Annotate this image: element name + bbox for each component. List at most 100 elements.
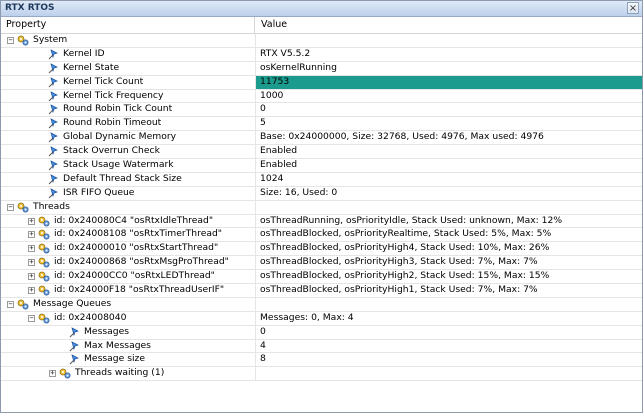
gear-node-icon <box>17 35 29 46</box>
property-cell: Kernel State <box>1 61 256 75</box>
property-label: Kernel Tick Count <box>63 75 144 87</box>
value-cell[interactable]: osThreadBlocked, osPriorityRealtime, Sta… <box>256 228 642 241</box>
tree-row[interactable]: Kernel State osKernelRunning <box>1 61 642 76</box>
tree-row[interactable]: Max Messages 4 <box>1 339 642 354</box>
property-label: id: 0x240080C4 "osRtxIdleThread" <box>54 214 214 226</box>
pin-icon <box>69 354 79 365</box>
pin-icon <box>48 77 58 88</box>
value-cell[interactable]: 5 <box>256 117 642 130</box>
tree-row[interactable]: Stack Overrun Check Enabled <box>1 145 642 160</box>
property-label: Global Dynamic Memory <box>63 131 177 143</box>
value-cell[interactable]: Base: 0x24000000, Size: 32768, Used: 497… <box>256 131 642 144</box>
column-header: Property Value <box>1 17 642 34</box>
expand-icon[interactable]: + <box>28 287 35 295</box>
property-label: Max Messages <box>84 339 151 351</box>
property-label: Kernel State <box>63 61 120 73</box>
gear-node-icon <box>38 285 50 296</box>
property-cell: − id: 0x24008040 <box>1 311 256 325</box>
property-label: id: 0x24000CC0 "osRtxLEDThread" <box>54 270 215 282</box>
value-cell[interactable]: osKernelRunning <box>256 62 642 75</box>
tree-row[interactable]: − System <box>1 34 642 48</box>
property-label: Message Queues <box>33 297 112 309</box>
property-label: Stack Usage Watermark <box>63 159 174 171</box>
tree-row[interactable]: − Message Queues <box>1 297 642 312</box>
property-cell: Message size <box>1 353 256 367</box>
collapse-icon[interactable]: − <box>7 37 14 44</box>
property-cell: Kernel Tick Frequency <box>1 89 256 103</box>
tree-row[interactable]: Round Robin Timeout 5 <box>1 117 642 132</box>
collapse-icon[interactable]: − <box>28 314 35 322</box>
expand-icon[interactable]: + <box>28 259 35 267</box>
gear-node-icon <box>38 257 50 268</box>
pin-icon <box>48 174 58 185</box>
tree-row[interactable]: Messages 0 <box>1 325 642 340</box>
property-cell: Global Dynamic Memory <box>1 131 256 145</box>
tree-row[interactable]: + Threads waiting (1) <box>1 367 642 382</box>
value-cell[interactable]: 8 <box>256 353 642 366</box>
value-cell[interactable]: osThreadBlocked, osPriorityHigh4, Stack … <box>256 242 642 255</box>
value-cell[interactable]: Enabled <box>256 145 642 158</box>
value-cell[interactable] <box>256 367 642 380</box>
value-cell[interactable]: RTX V5.5.2 <box>256 48 642 61</box>
value-cell[interactable]: 1000 <box>256 90 642 103</box>
value-cell[interactable] <box>256 298 642 311</box>
value-cell[interactable]: 4 <box>256 340 642 353</box>
property-cell: + id: 0x24000F18 "osRtxThreadUserIF" <box>1 284 256 297</box>
property-label: id: 0x24000868 "osRtxMsgProThread" <box>54 256 229 268</box>
value-cell[interactable]: 1024 <box>256 173 642 186</box>
tree-row[interactable]: Default Thread Stack Size 1024 <box>1 172 642 187</box>
tree-row[interactable]: − Threads <box>1 200 642 215</box>
expand-icon[interactable]: + <box>28 273 35 281</box>
tree-row[interactable]: + id: 0x24000F18 "osRtxThreadUserIF" osThr… <box>1 284 642 298</box>
value-cell[interactable]: Enabled <box>256 159 642 172</box>
value-cell[interactable] <box>256 201 642 214</box>
expand-icon[interactable]: + <box>28 231 35 239</box>
tree-row[interactable]: + id: 0x240080C4 "osRtxIdleThread" osThrea… <box>1 214 642 229</box>
property-cell: Max Messages <box>1 339 256 353</box>
value-cell[interactable]: 0 <box>256 326 642 339</box>
value-cell[interactable]: 11753 <box>256 75 642 89</box>
property-cell: + id: 0x240080C4 "osRtxIdleThread" <box>1 214 256 228</box>
tree-row[interactable]: Stack Usage Watermark Enabled <box>1 159 642 173</box>
tree-row[interactable]: Kernel Tick Frequency 1000 <box>1 89 642 104</box>
value-column-header[interactable]: Value <box>256 17 642 33</box>
tree-row[interactable]: Kernel Tick Count 11753 <box>1 75 642 90</box>
property-label: Kernel Tick Frequency <box>63 89 164 101</box>
value-cell[interactable]: osThreadBlocked, osPriorityHigh3, Stack … <box>256 256 642 269</box>
tree-row[interactable]: + id: 0x24000CC0 "osRtxLEDThread" osThread… <box>1 270 642 285</box>
value-cell[interactable] <box>256 34 642 47</box>
expand-icon[interactable]: + <box>49 370 56 378</box>
value-cell[interactable]: osThreadRunning, osPriorityIdle, Stack U… <box>256 215 642 228</box>
value-cell[interactable]: osThreadBlocked, osPriorityHigh1, Stack … <box>256 284 642 297</box>
tree-row[interactable]: Global Dynamic Memory Base: 0x24000000, S… <box>1 131 642 146</box>
property-label: Messages <box>84 325 130 337</box>
value-cell[interactable]: 0 <box>256 103 642 116</box>
property-column-header[interactable]: Property <box>1 17 255 33</box>
property-cell: + id: 0x24000CC0 "osRtxLEDThread" <box>1 270 256 284</box>
expand-icon[interactable]: + <box>28 217 35 225</box>
expand-icon[interactable]: + <box>28 245 35 253</box>
tree-row[interactable]: Round Robin Tick Count 0 <box>1 103 642 118</box>
tree-row[interactable]: Message size 8 <box>1 353 642 368</box>
tree-row[interactable]: + id: 0x24000868 "osRtxMsgProThread" osThr… <box>1 256 642 271</box>
property-cell: Round Robin Tick Count <box>1 103 256 117</box>
gear-node-icon <box>17 299 29 310</box>
tree-row[interactable]: ISR FIFO Queue Size: 16, Used: 0 <box>1 186 642 201</box>
title-bar: RTX RTOS × <box>1 1 642 17</box>
value-cell[interactable]: Size: 16, Used: 0 <box>256 187 642 200</box>
collapse-icon[interactable]: − <box>7 300 14 308</box>
tree-row[interactable]: − id: 0x24008040 Messages: 0, Max: 4 <box>1 311 642 326</box>
tree-row[interactable]: + id: 0x24000010 "osRtxStartThread" osThre… <box>1 242 642 257</box>
collapse-icon[interactable]: − <box>7 203 14 211</box>
property-label: Round Robin Tick Count <box>63 103 173 115</box>
pin-icon <box>48 146 58 157</box>
value-cell[interactable]: Messages: 0, Max: 4 <box>256 312 642 325</box>
tree-row[interactable]: Kernel ID RTX V5.5.2 <box>1 47 642 62</box>
pin-icon <box>48 132 58 143</box>
property-cell: Messages <box>1 325 256 339</box>
property-cell: Default Thread Stack Size <box>1 172 256 186</box>
close-button[interactable]: × <box>627 2 639 14</box>
tree-row[interactable]: + id: 0x24008108 "osRtxTimerThread" osThre… <box>1 228 642 243</box>
value-cell[interactable]: osThreadBlocked, osPriorityHigh2, Stack … <box>256 270 642 283</box>
gear-node-icon <box>38 313 50 324</box>
